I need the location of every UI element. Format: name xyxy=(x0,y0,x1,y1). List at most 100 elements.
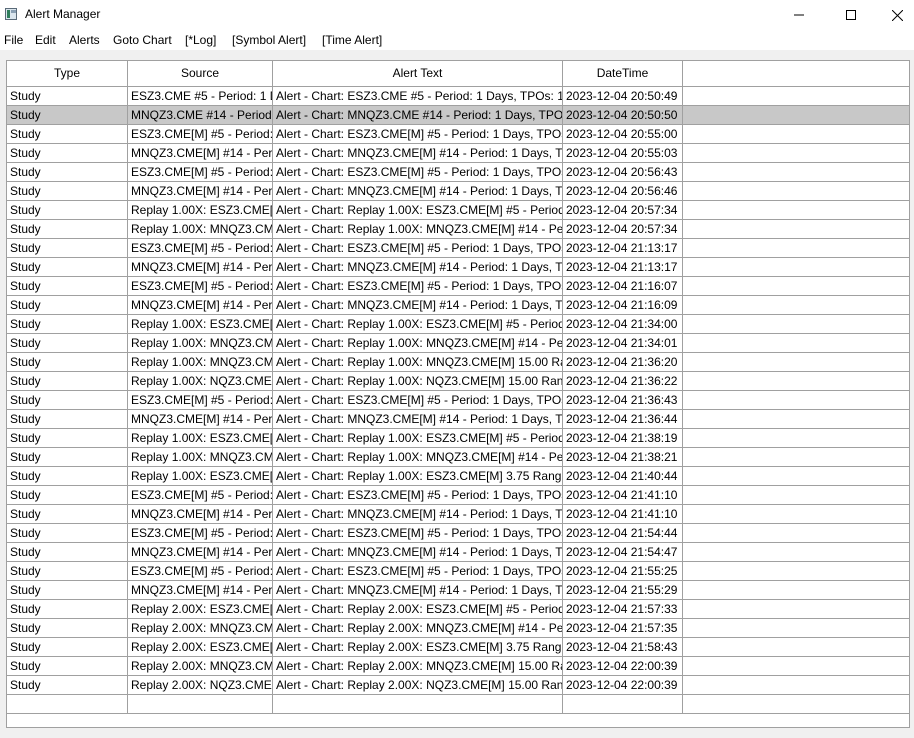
column-header-type[interactable]: Type xyxy=(7,61,128,86)
cell-type: Study xyxy=(7,372,128,390)
cell-filler xyxy=(683,676,909,694)
table-row[interactable]: StudyESZ3.CME[M] #5 - Period: 1 DaysAler… xyxy=(7,391,909,410)
menu-symbol-alert[interactable]: [Symbol Alert] xyxy=(232,33,306,47)
table-row[interactable]: StudyReplay 1.00X: ESZ3.CME[M] 3.75Alert… xyxy=(7,467,909,486)
cell-filler xyxy=(683,391,909,409)
cell-datetime: 2023-12-04 21:13:17 xyxy=(563,258,683,276)
table-row[interactable]: StudyESZ3.CME[M] #5 - Period: 1 DaysAler… xyxy=(7,486,909,505)
column-header-datetime[interactable]: DateTime xyxy=(563,61,683,86)
table-row[interactable]: StudyMNQZ3.CME #14 - Period: 1 DaysAlert… xyxy=(7,106,909,125)
cell-filler xyxy=(683,524,909,542)
table-row[interactable]: StudyMNQZ3.CME[M] #14 - Period: 1 DaysAl… xyxy=(7,258,909,277)
cell-source: Replay 2.00X: MNQZ3.CME[M] #14 xyxy=(128,619,273,637)
cell-source xyxy=(128,695,273,713)
app-icon xyxy=(5,8,17,20)
cell-type: Study xyxy=(7,467,128,485)
cell-datetime: 2023-12-04 21:57:35 xyxy=(563,619,683,637)
cell-filler xyxy=(683,296,909,314)
table-row[interactable]: StudyReplay 1.00X: ESZ3.CME[M] #5Alert -… xyxy=(7,315,909,334)
cell-alert-text: Alert - Chart: Replay 1.00X: MNQZ3.CME[M… xyxy=(273,220,563,238)
cell-type: Study xyxy=(7,486,128,504)
table-row[interactable]: StudyMNQZ3.CME[M] #14 - Period: 1 DaysAl… xyxy=(7,296,909,315)
cell-source: Replay 2.00X: NQZ3.CME[M] 15.00 xyxy=(128,676,273,694)
table-row[interactable]: StudyMNQZ3.CME[M] #14 - Period: 1 DaysAl… xyxy=(7,144,909,163)
cell-type: Study xyxy=(7,429,128,447)
table-row[interactable]: StudyReplay 1.00X: ESZ3.CME[M] #5Alert -… xyxy=(7,429,909,448)
table-row[interactable]: StudyESZ3.CME[M] #5 - Period: 1 DaysAler… xyxy=(7,562,909,581)
cell-source: ESZ3.CME[M] #5 - Period: 1 Days xyxy=(128,239,273,257)
table-row[interactable]: StudyESZ3.CME[M] #5 - Period: 1 DaysAler… xyxy=(7,524,909,543)
table-row[interactable]: StudyESZ3.CME[M] #5 - Period: 1 DaysAler… xyxy=(7,239,909,258)
table-row[interactable]: StudyESZ3.CME[M] #5 - Period: 1 DaysAler… xyxy=(7,277,909,296)
menu-log[interactable]: [*Log] xyxy=(185,33,216,47)
table-row[interactable]: StudyReplay 1.00X: MNQZ3.CME[M] 15.00Ale… xyxy=(7,353,909,372)
table-row[interactable]: StudyMNQZ3.CME[M] #14 - Period: 1 DaysAl… xyxy=(7,410,909,429)
minimize-button[interactable] xyxy=(776,0,822,30)
cell-type: Study xyxy=(7,315,128,333)
cell-source: Replay 1.00X: ESZ3.CME[M] #5 xyxy=(128,315,273,333)
menu-file[interactable]: File xyxy=(4,33,23,47)
table-row[interactable]: StudyESZ3.CME #5 - Period: 1 DaysAlert -… xyxy=(7,87,909,106)
cell-filler xyxy=(683,258,909,276)
table-row[interactable]: StudyReplay 1.00X: NQZ3.CME[M] 15.00Aler… xyxy=(7,372,909,391)
cell-source: MNQZ3.CME[M] #14 - Period: 1 Days xyxy=(128,296,273,314)
cell-filler xyxy=(683,220,909,238)
cell-datetime: 2023-12-04 21:36:22 xyxy=(563,372,683,390)
cell-datetime: 2023-12-04 22:00:39 xyxy=(563,676,683,694)
cell-datetime: 2023-12-04 21:55:25 xyxy=(563,562,683,580)
alert-table[interactable]: Type Source Alert Text DateTime Study ESZ… xyxy=(6,60,910,728)
table-row[interactable]: StudyReplay 2.00X: MNQZ3.CME[M] #14Alert… xyxy=(7,619,909,638)
table-row[interactable]: StudyESZ3.CME[M] #5 - Period: 1 DaysAler… xyxy=(7,163,909,182)
cell-source: Replay 1.00X: ESZ3.CME[M] #5 xyxy=(128,429,273,447)
cell-type: Study xyxy=(7,600,128,618)
table-row[interactable]: StudyReplay 1.00X: MNQZ3.CME[M] #14Alert… xyxy=(7,334,909,353)
table-body: StudyESZ3.CME #5 - Period: 1 DaysAlert -… xyxy=(7,87,909,714)
table-row[interactable]: StudyReplay 1.00X: MNQZ3.CME[M] #14Alert… xyxy=(7,448,909,467)
menu-time-alert[interactable]: [Time Alert] xyxy=(322,33,382,47)
table-row[interactable]: StudyReplay 1.00X: ESZ3.CME[M] #5Alert -… xyxy=(7,201,909,220)
cell-source: Replay 1.00X: MNQZ3.CME[M] #14 xyxy=(128,220,273,238)
cell-alert-text: Alert - Chart: Replay 1.00X: MNQZ3.CME[M… xyxy=(273,334,563,352)
cell-type: Study xyxy=(7,524,128,542)
cell-filler xyxy=(683,353,909,371)
cell-type xyxy=(7,695,128,713)
table-row[interactable]: StudyMNQZ3.CME[M] #14 - Period: 1 DaysAl… xyxy=(7,543,909,562)
cell-filler xyxy=(683,638,909,656)
table-row[interactable]: StudyReplay 2.00X: ESZ3.CME[M] 3.75Alert… xyxy=(7,638,909,657)
cell-filler xyxy=(683,106,909,124)
cell-source: Replay 1.00X: MNQZ3.CME[M] #14 xyxy=(128,334,273,352)
table-row[interactable]: StudyReplay 2.00X: NQZ3.CME[M] 15.00Aler… xyxy=(7,676,909,695)
cell-alert-text: Alert - Chart: Replay 1.00X: MNQZ3.CME[M… xyxy=(273,353,563,371)
cell-alert-text: Alert - Chart: MNQZ3.CME #14 - Period: 1… xyxy=(273,106,563,124)
cell-type: Study xyxy=(7,657,128,675)
cell-source: Replay 1.00X: MNQZ3.CME[M] 15.00 xyxy=(128,353,273,371)
cell-datetime: 2023-12-04 20:56:46 xyxy=(563,182,683,200)
cell-datetime: 2023-12-04 21:57:33 xyxy=(563,600,683,618)
cell-type: Study xyxy=(7,638,128,656)
menu-goto-chart[interactable]: Goto Chart xyxy=(113,33,172,47)
table-row[interactable]: StudyMNQZ3.CME[M] #14 - Period: 1 DaysAl… xyxy=(7,581,909,600)
close-button[interactable] xyxy=(874,0,914,30)
cell-filler xyxy=(683,657,909,675)
menu-edit[interactable]: Edit xyxy=(35,33,56,47)
cell-datetime: 2023-12-04 21:34:00 xyxy=(563,315,683,333)
table-row[interactable] xyxy=(7,695,909,714)
cell-alert-text: Alert - Chart: ESZ3.CME[M] #5 - Period: … xyxy=(273,125,563,143)
menu-alerts[interactable]: Alerts xyxy=(69,33,100,47)
cell-datetime: 2023-12-04 22:00:39 xyxy=(563,657,683,675)
maximize-button[interactable] xyxy=(828,0,874,30)
table-row[interactable]: StudyESZ3.CME[M] #5 - Period: 1 DaysAler… xyxy=(7,125,909,144)
column-header-alert-text[interactable]: Alert Text xyxy=(273,61,563,86)
cell-source: MNQZ3.CME #14 - Period: 1 Days xyxy=(128,106,273,124)
cell-filler xyxy=(683,600,909,618)
cell-alert-text: Alert - Chart: ESZ3.CME[M] #5 - Period: … xyxy=(273,239,563,257)
cell-datetime: 2023-12-04 20:50:49 xyxy=(563,87,683,105)
table-row[interactable]: StudyReplay 1.00X: MNQZ3.CME[M] #14Alert… xyxy=(7,220,909,239)
table-row[interactable]: StudyReplay 2.00X: MNQZ3.CME[M] 15.00Ale… xyxy=(7,657,909,676)
table-row[interactable]: StudyReplay 2.00X: ESZ3.CME[M] #5Alert -… xyxy=(7,600,909,619)
table-row[interactable]: StudyMNQZ3.CME[M] #14 - Period: 1 DaysAl… xyxy=(7,182,909,201)
cell-filler xyxy=(683,201,909,219)
table-row[interactable]: StudyMNQZ3.CME[M] #14 - Period: 1 DaysAl… xyxy=(7,505,909,524)
cell-datetime: 2023-12-04 21:55:29 xyxy=(563,581,683,599)
column-header-source[interactable]: Source xyxy=(128,61,273,86)
